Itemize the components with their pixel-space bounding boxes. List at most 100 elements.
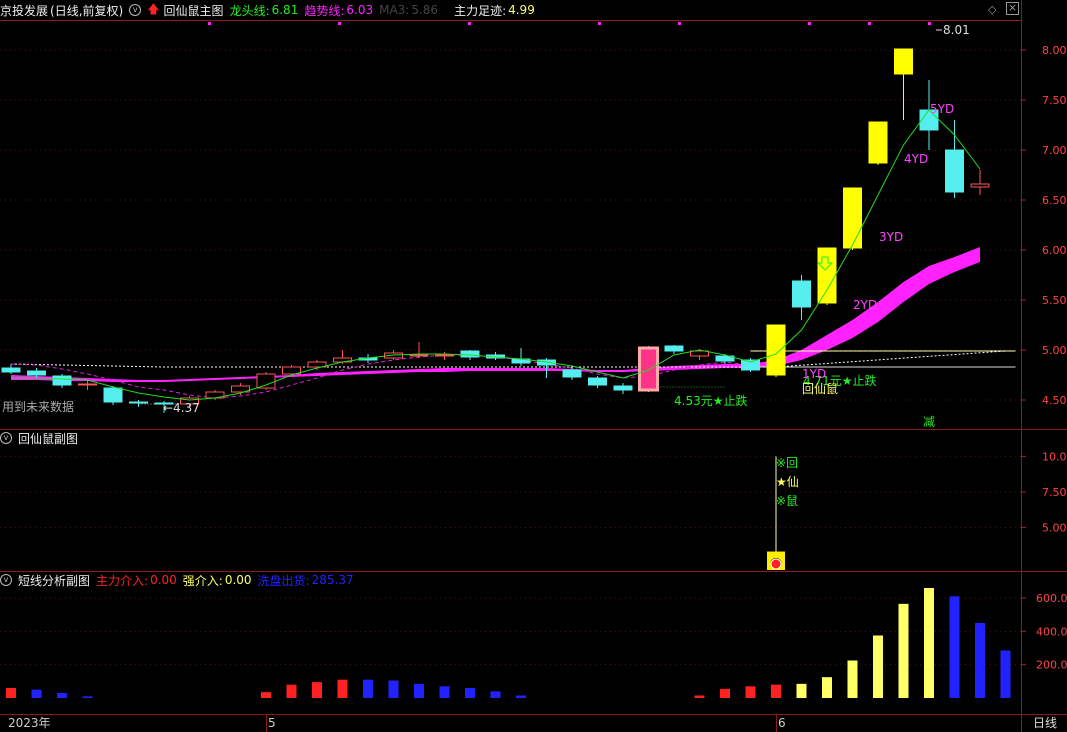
y-axis: 4.50 5.00 5.50 6.00 6.50 7.00 7.50 8.00 5.00 7.50… [1021,44,1067,672]
collapse-icon[interactable]: v [129,4,142,16]
x-label-may: 5 [268,716,276,730]
volume-bar[interactable] [286,684,297,698]
candle-body[interactable] [1,367,21,373]
sub2-header: v 短线分析副图 主力介入: 0.00 强介入: 0.00 洗盘出货: 285.… [0,570,360,590]
top-dot-marker [598,22,601,25]
candle-body[interactable] [894,48,913,75]
volume-bar[interactable] [388,680,399,699]
period-button[interactable]: 日线 [1033,716,1057,730]
volume-bar[interactable] [949,596,960,698]
main-y-tick-label: 5.50 [1042,294,1067,307]
candle-body[interactable] [792,280,811,308]
volume-bar[interactable] [414,683,424,698]
volume-bar[interactable] [439,686,450,698]
plus-circle-icon [770,558,782,570]
sub2-legend-strong-label: 强介入: [182,573,223,588]
candle-body[interactable] [562,369,582,378]
volume-bar[interactable] [31,689,42,698]
legend-footprint-label: 主力足迹: [454,3,507,18]
candle-body[interactable] [409,354,429,357]
x-label-june: 6 [778,716,786,730]
volume-bar[interactable] [312,682,322,698]
candle-body[interactable] [945,149,964,193]
legend-ma3-label: MA3: [379,3,410,17]
candle-body[interactable] [27,370,46,376]
volume-bar[interactable] [6,688,16,698]
volume-bar[interactable] [261,692,271,698]
volume-bar[interactable] [57,693,67,698]
candle-body[interactable] [638,346,659,392]
close-icon[interactable]: × [1006,2,1019,15]
signal-mark-label: ※回 [776,456,798,470]
sub2-title[interactable]: 短线分析副图 [18,572,90,589]
candle-body[interactable] [588,377,607,386]
sub2-panel[interactable] [6,588,1011,698]
volume-bar[interactable] [975,623,985,698]
x-label-2023: 2023年 [8,716,51,730]
sub1-y-tick-label: 7.50 [1042,486,1067,499]
legend-dragon-value: 6.81 [271,3,299,17]
sub2-collapse-icon[interactable]: v [0,574,12,586]
sub2-y-tick-label: 600.00 [1036,592,1067,605]
yd-label: 1YD [802,367,826,381]
volume-bar[interactable] [490,691,501,698]
volume-bar[interactable] [898,603,909,698]
candle-body[interactable] [129,401,148,404]
volume-bar[interactable] [465,688,475,698]
candle-body[interactable] [435,354,454,357]
volume-bar[interactable] [822,677,832,698]
volume-bar[interactable] [82,696,93,698]
volume-bar[interactable] [771,684,781,698]
top-dot-marker [468,22,471,25]
candle-body[interactable] [103,387,123,403]
volume-bar[interactable] [516,695,526,699]
main-indicator-name[interactable]: 回仙鼠主图 [164,2,224,19]
diamond-icon[interactable]: ◇ [988,3,996,16]
top-dot-marker [678,22,681,25]
volume-bar[interactable] [924,588,934,698]
legend-trend-label: 趋势线: [304,3,345,18]
sub2-legend-main-label: 主力介入: [96,573,149,588]
candle-body[interactable] [817,247,837,304]
volume-bar[interactable] [745,686,756,698]
candle-body[interactable] [970,183,990,188]
main-y-tick-label: 7.00 [1042,144,1067,157]
candle-body[interactable] [613,385,633,391]
candle-body[interactable] [766,324,786,376]
sub1-title[interactable]: 回仙鼠副图 [18,430,78,447]
candle-body[interactable] [78,383,97,386]
main-y-tick-label: 6.50 [1042,194,1067,207]
volume-bar[interactable] [337,679,348,698]
volume-bar[interactable] [694,695,705,699]
top-dot-marker [928,22,931,25]
sub2-legend-wash-label: 洗盘出货: [257,573,310,588]
candle-body[interactable] [52,375,72,386]
volume-bar[interactable] [720,688,730,698]
high-price-label: 8.01 [943,23,970,37]
main-y-tick-label: 5.00 [1042,344,1067,357]
sub1-panel[interactable]: ※回 ★仙 ※鼠 [767,456,799,570]
main-panel[interactable]: 用到未来数据 ←4.378.014.53元★止跌4.71元★止跌回仙鼠减1YD2Y… [1,22,1016,429]
candle-body[interactable] [843,187,862,249]
yd-label: 3YD [879,230,903,244]
period-label: (日线,前复权) [50,3,124,18]
main-y-tick-label: 4.50 [1042,394,1067,407]
candle-body[interactable] [868,121,888,164]
sub1-collapse-icon[interactable]: v [0,432,12,444]
volume-bar[interactable] [363,679,373,698]
main-y-tick-label: 6.00 [1042,244,1067,257]
low-price-label: ←4.37 [163,401,200,415]
candle-body[interactable] [256,373,276,389]
candle-body[interactable] [460,350,480,358]
volume-bar[interactable] [847,660,858,699]
candle-body[interactable] [690,350,709,357]
future-data-note: 用到未来数据 [2,399,74,414]
volume-bar[interactable] [1000,650,1011,699]
volume-bar[interactable] [796,683,807,698]
legend-ma3-value: 5.86 [411,3,439,17]
volume-bar[interactable] [873,635,883,699]
chart-stage[interactable]: 4.50 5.00 5.50 6.00 6.50 7.00 7.50 8.00 5.00 7.50… [0,0,1067,732]
top-dot-marker [868,22,871,25]
candle-body[interactable] [664,345,684,352]
yd-label: 2YD [853,298,877,312]
